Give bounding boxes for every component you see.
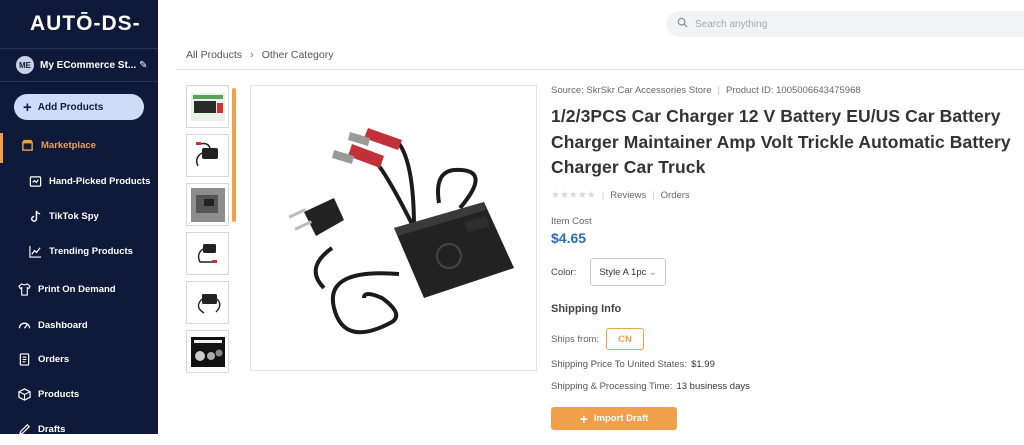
color-label: Color: — [551, 266, 577, 278]
plus-icon: + — [579, 410, 588, 427]
sidebar-item-label: Drafts — [38, 423, 66, 435]
sidebar-item-drafts[interactable]: Drafts — [0, 413, 158, 445]
product-title: 1/2/3PCS Car Charger 12 V Battery EU/US … — [551, 106, 1011, 177]
rating-divider: | — [652, 189, 655, 201]
product-meta: Source: SkrSkr Car Accessories Store | P… — [551, 85, 1021, 96]
shipping-time-row: Shipping & Processing Time: 13 business d… — [551, 381, 750, 392]
rating-divider: | — [601, 189, 605, 201]
sidebar-item-label: Hand-Picked Products — [49, 175, 151, 187]
ships-from-label: Ships from: — [551, 333, 600, 345]
product-id: Product ID: 1005006643475968 — [725, 85, 861, 96]
sidebar-item-trending[interactable]: Trending Products — [0, 235, 158, 267]
chevron-right-icon: › — [250, 49, 254, 61]
sidebar-item-label: Dashboard — [38, 319, 88, 331]
ships-from-row: Ships from: CN — [551, 328, 645, 350]
ships-from-country-button[interactable]: CN — [606, 328, 645, 350]
add-products-label: Add Products — [37, 101, 104, 113]
meta-divider: | — [717, 85, 720, 96]
orders-icon — [17, 352, 31, 366]
color-row: Color: Style A 1pc ⌄ — [551, 258, 666, 286]
sidebar-item-hand-picked[interactable]: Hand-Picked Products — [0, 165, 158, 197]
sidebar-item-orders[interactable]: Orders — [0, 343, 158, 375]
item-cost-label: Item Cost — [551, 215, 592, 227]
products-icon — [17, 387, 31, 401]
shipping-info-title: Shipping Info — [551, 303, 622, 315]
sidebar-item-label: TikTok Spy — [49, 210, 99, 222]
orders-count: Orders — [660, 189, 690, 201]
sidebar-item-marketplace[interactable]: Marketplace — [0, 129, 158, 163]
pencil-icon[interactable]: ✎ — [139, 60, 147, 71]
product-info: Source: SkrSkr Car Accessories Store | P… — [551, 85, 1021, 430]
sidebar-item-products[interactable]: Products — [0, 378, 158, 410]
add-products-button[interactable]: + Add Products — [14, 94, 144, 120]
import-draft-button[interactable]: + Import Draft — [551, 407, 677, 430]
product-source: Source: SkrSkr Car Accessories Store — [551, 85, 712, 96]
item-cost-value: $4.65 — [551, 229, 587, 246]
sidebar-item-label: Trending Products — [49, 245, 133, 257]
store-name: My ECommerce St... — [40, 59, 137, 71]
breadcrumb: All Products › Other Category — [186, 49, 334, 61]
app-logo[interactable]: AUTŌ-DS- — [30, 12, 141, 36]
shipping-time-value: 13 business days — [676, 381, 750, 392]
shipping-time-label: Shipping & Processing Time: — [551, 381, 673, 392]
product-thumbnail-1[interactable] — [186, 85, 229, 128]
battery-charger-image — [287, 128, 514, 335]
breadcrumb-other-category[interactable]: Other Category — [262, 49, 334, 61]
dashboard-icon — [17, 318, 31, 332]
sidebar-item-label: Products — [38, 388, 80, 400]
product-thumbnail-6[interactable] — [186, 330, 229, 373]
reviews-link[interactable]: Reviews — [610, 190, 646, 201]
star-rating-icon: ★★★★★ — [551, 189, 596, 201]
search-icon — [677, 15, 688, 33]
search-bar[interactable] — [666, 11, 1024, 37]
tiktok-icon — [28, 209, 42, 223]
tshirt-icon — [17, 282, 31, 296]
product-main-image[interactable] — [250, 85, 537, 371]
product-thumbnail-2[interactable] — [186, 134, 229, 177]
thumbnail-scrollbar[interactable] — [232, 88, 236, 222]
store-icon — [20, 138, 34, 152]
hand-picked-icon — [28, 174, 42, 188]
sidebar-item-label: Print On Demand — [38, 283, 116, 295]
breadcrumb-all-products[interactable]: All Products — [186, 49, 242, 61]
store-avatar: ME — [16, 56, 34, 74]
sidebar-item-tiktok-spy[interactable]: TikTok Spy — [0, 200, 158, 232]
color-select-value: Style A 1pc — [599, 266, 647, 278]
sidebar-item-print-on-demand[interactable]: Print On Demand — [0, 273, 158, 305]
sidebar: AUTŌ-DS- ME My ECommerce St... ✎ + Add P… — [0, 0, 158, 435]
product-thumbnail-4[interactable] — [186, 232, 229, 275]
plus-icon: + — [23, 98, 32, 116]
product-thumbnail-5[interactable] — [186, 281, 229, 324]
sidebar-item-dashboard[interactable]: Dashboard — [0, 309, 158, 341]
store-selector[interactable]: ME My ECommerce St... ✎ — [0, 48, 158, 82]
rating-row: ★★★★★ | Reviews | Orders — [551, 190, 1021, 201]
sidebar-item-label: Orders — [38, 353, 70, 365]
color-select[interactable]: Style A 1pc ⌄ — [590, 258, 666, 286]
import-draft-label: Import Draft — [593, 413, 649, 424]
shipping-price-label: Shipping Price To United States: — [551, 359, 688, 370]
sidebar-item-label: Marketplace — [41, 139, 96, 151]
product-thumbnail-3[interactable] — [186, 183, 229, 226]
search-input[interactable] — [695, 18, 995, 30]
shipping-price-value: $1.99 — [691, 359, 715, 370]
divider — [176, 69, 1024, 70]
chevron-down-icon: ⌄ — [648, 266, 657, 278]
trending-icon — [28, 244, 42, 258]
thumbnail-list — [186, 85, 230, 379]
shipping-price-row: Shipping Price To United States: $1.99 — [551, 359, 715, 370]
